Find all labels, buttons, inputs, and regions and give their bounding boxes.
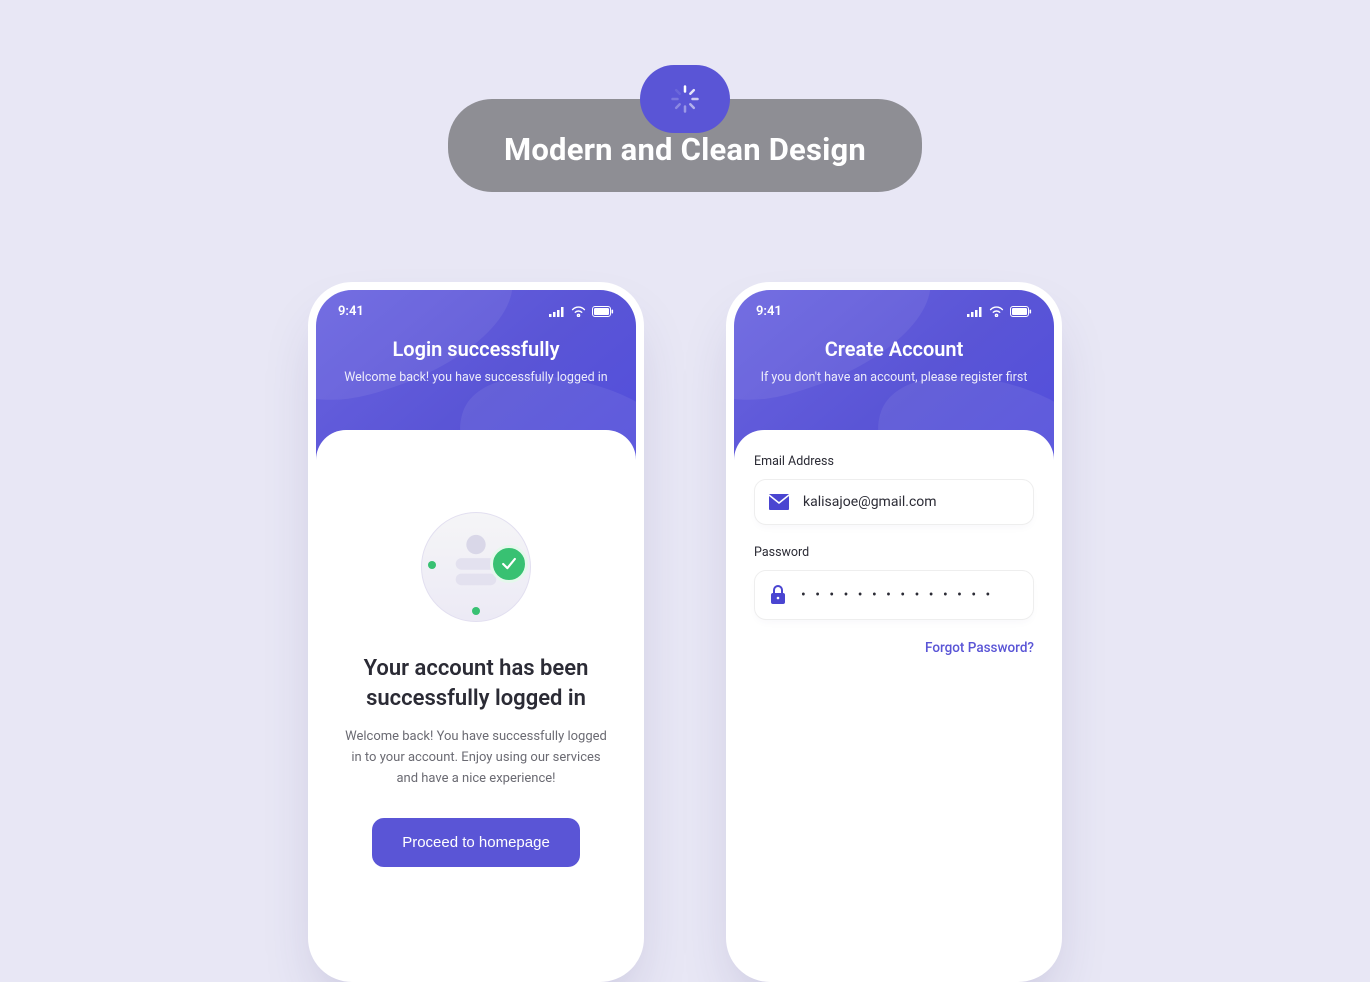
status-icons: [967, 306, 1032, 317]
lock-icon: [769, 585, 787, 605]
email-value: kalisajoe@gmail.com: [803, 494, 937, 510]
spinner-icon: [640, 65, 730, 133]
success-subtitle: Welcome back! You have successfully logg…: [342, 727, 610, 789]
status-time: 9:41: [756, 304, 782, 319]
password-value: • • • • • • • • • • • • • •: [801, 587, 993, 603]
screen-login-success: 9:41 Login successfully Welcome back! yo…: [308, 282, 644, 982]
status-bar: 9:41: [316, 290, 636, 319]
banner: Modern and Clean Design: [448, 65, 922, 192]
password-field[interactable]: • • • • • • • • • • • • • •: [754, 570, 1034, 620]
wifi-icon: [989, 306, 1004, 317]
status-icons: [549, 306, 614, 317]
check-icon: [490, 545, 528, 583]
header-title: Login successfully: [340, 337, 612, 361]
screen-create-account: 9:41 Create Account If you don't have an…: [726, 282, 1062, 982]
email-label: Email Address: [754, 454, 1034, 469]
forgot-password-link[interactable]: Forgot Password?: [754, 640, 1034, 656]
status-time: 9:41: [338, 304, 364, 319]
header-title: Create Account: [758, 337, 1030, 361]
status-bar: 9:41: [734, 290, 1054, 319]
password-label: Password: [754, 545, 1034, 560]
header-subtitle: If you don't have an account, please reg…: [758, 369, 1030, 388]
phone-previews: 9:41 Login successfully Welcome back! yo…: [308, 282, 1062, 982]
battery-icon: [592, 306, 614, 317]
wifi-icon: [571, 306, 586, 317]
success-illustration: [421, 512, 531, 622]
proceed-button[interactable]: Proceed to homepage: [372, 818, 580, 867]
battery-icon: [1010, 306, 1032, 317]
header-subtitle: Welcome back! you have successfully logg…: [340, 369, 612, 388]
success-title: Your account has been successfully logge…: [340, 654, 612, 713]
signal-icon: [549, 307, 565, 317]
signal-icon: [967, 307, 983, 317]
mail-icon: [769, 494, 789, 510]
email-field[interactable]: kalisajoe@gmail.com: [754, 479, 1034, 525]
